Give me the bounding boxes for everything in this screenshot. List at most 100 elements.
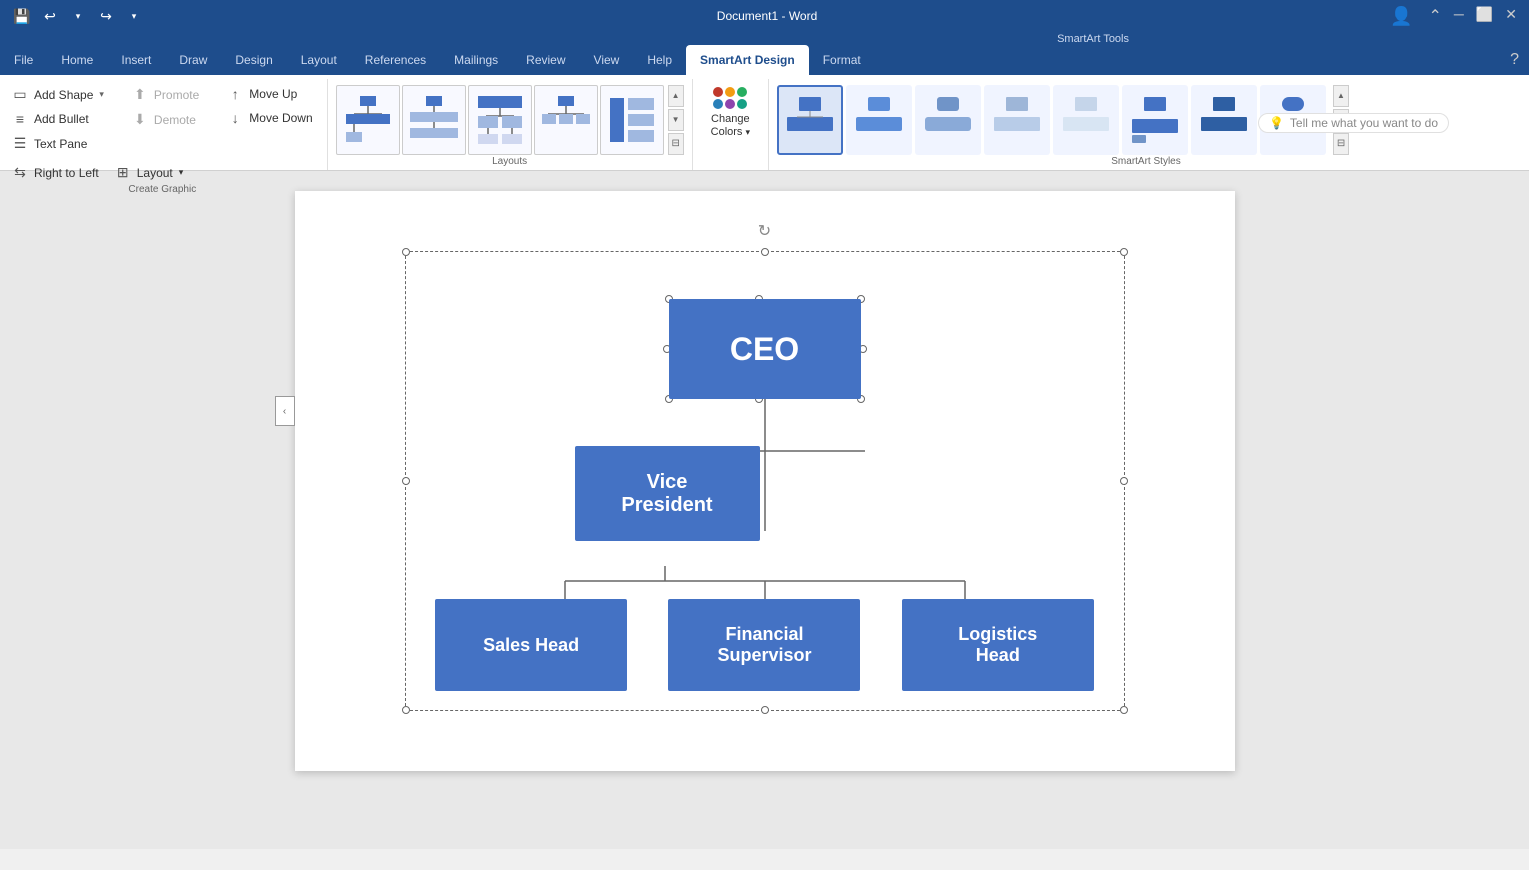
add-shape-button[interactable]: ▭ Add Shape ▾	[6, 83, 110, 106]
tab-design[interactable]: Design	[221, 45, 286, 75]
tab-view[interactable]: View	[580, 45, 634, 75]
tab-mailings[interactable]: Mailings	[440, 45, 512, 75]
move-up-icon: ↑	[227, 86, 243, 102]
smartart-style-5[interactable]	[1053, 85, 1119, 155]
right-to-left-button[interactable]: ⇆ Right to Left	[6, 161, 105, 184]
title-bar: 💾 ↩ ▾ ↪ ▾ Document1 - Word 👤 ⌃ ─ ⬜ ✕	[0, 0, 1529, 32]
demote-label: Demote	[154, 113, 196, 127]
text-pane-icon: ☰	[12, 135, 28, 152]
vp-box[interactable]: VicePresident	[575, 446, 760, 541]
document-page: ↻	[295, 191, 1235, 771]
quick-access-toolbar: 💾 ↩ ▾ ↪ ▾	[12, 6, 144, 26]
qat-dropdown-icon[interactable]: ▾	[124, 6, 144, 26]
handle-bl[interactable]	[402, 706, 410, 714]
help-question-icon[interactable]: ?	[1510, 51, 1519, 69]
window-controls: 👤 ⌃ ─ ⬜ ✕	[1390, 6, 1517, 27]
tab-smartart-design[interactable]: SmartArt Design	[686, 45, 809, 75]
tell-me-bar[interactable]: 💡 Tell me what you want to do	[1258, 113, 1449, 133]
user-icon[interactable]: 👤	[1390, 6, 1412, 27]
collapse-handle[interactable]: ‹	[275, 396, 295, 426]
add-shape-dropdown-icon[interactable]: ▾	[99, 89, 104, 100]
tab-format[interactable]: Format	[809, 45, 875, 75]
change-colors-label: ChangeColors ▾	[711, 113, 750, 139]
tab-review[interactable]: Review	[512, 45, 579, 75]
layout-item-1[interactable]	[336, 85, 400, 155]
color-dot-purple	[725, 99, 735, 109]
create-graphic-label: Create Graphic	[6, 184, 319, 198]
layout-dropdown-icon[interactable]: ▾	[179, 167, 184, 178]
smartart-style-6[interactable]	[1122, 85, 1188, 155]
smartart-styles-label: SmartArt Styles	[777, 156, 1515, 170]
sales-head-label: Sales Head	[483, 635, 579, 656]
layout-item-4[interactable]	[534, 85, 598, 155]
move-down-icon: ↓	[227, 110, 243, 126]
save-icon[interactable]: 💾	[12, 6, 32, 26]
tab-help[interactable]: Help	[633, 45, 686, 75]
rotate-handle[interactable]: ↻	[755, 221, 775, 241]
move-down-button[interactable]: ↓ Move Down	[221, 107, 318, 129]
layout-scroll-up[interactable]: ▲	[668, 85, 684, 107]
undo-icon[interactable]: ↩	[40, 6, 60, 26]
handle-ml[interactable]	[402, 477, 410, 485]
demote-button[interactable]: ⬇ Demote	[126, 108, 205, 131]
undo-dropdown-icon[interactable]: ▾	[68, 6, 88, 26]
tab-home[interactable]: Home	[47, 45, 107, 75]
level3-row: Sales Head FinancialSupervisor Logistics…	[405, 599, 1125, 691]
layout-btn[interactable]: ⊞ Layout ▾	[109, 161, 190, 184]
add-bullet-button[interactable]: ≡ Add Bullet	[6, 108, 110, 130]
add-shape-icon: ▭	[12, 86, 28, 103]
tab-references[interactable]: References	[351, 45, 440, 75]
tab-draw[interactable]: Draw	[165, 45, 221, 75]
logistics-head-box[interactable]: LogisticsHead	[902, 599, 1094, 691]
add-bullet-icon: ≡	[12, 111, 28, 127]
move-up-button[interactable]: ↑ Move Up	[221, 83, 318, 105]
color-dot-green	[737, 87, 747, 97]
handle-tm[interactable]	[761, 248, 769, 256]
ribbon-toggle-icon[interactable]: ⌃	[1429, 6, 1442, 27]
color-dot-red	[713, 87, 723, 97]
handle-bm[interactable]	[761, 706, 769, 714]
layout-item-3[interactable]	[468, 85, 532, 155]
layouts-scroll: ▲ ▼ ⊟	[668, 85, 684, 155]
color-dot-orange	[725, 87, 735, 97]
layout-scroll-more[interactable]: ⊟	[668, 133, 684, 155]
handle-tl[interactable]	[402, 248, 410, 256]
handle-br[interactable]	[1120, 706, 1128, 714]
smartart-style-7[interactable]	[1191, 85, 1257, 155]
restore-icon[interactable]: ⬜	[1476, 6, 1493, 27]
smartart-style-3[interactable]	[915, 85, 981, 155]
tell-me-text: Tell me what you want to do	[1290, 116, 1438, 130]
logistics-head-label: LogisticsHead	[958, 624, 1037, 666]
layout-label: Layout	[137, 166, 173, 180]
close-icon[interactable]: ✕	[1505, 6, 1517, 27]
layout-item-2[interactable]	[402, 85, 466, 155]
change-colors-button[interactable]: ChangeColors ▾	[703, 83, 758, 143]
handle-mr[interactable]	[1120, 477, 1128, 485]
layouts-group: ▲ ▼ ⊟ Layouts	[328, 79, 693, 170]
ceo-box[interactable]: CEO	[669, 299, 861, 399]
text-pane-button[interactable]: ☰ Text Pane	[6, 132, 110, 155]
sales-head-box[interactable]: Sales Head	[435, 599, 627, 691]
smartart-style-4[interactable]	[984, 85, 1050, 155]
smartart-container[interactable]: ↻	[405, 251, 1125, 711]
layouts-label: Layouts	[336, 156, 684, 170]
smartart-style-2[interactable]	[846, 85, 912, 155]
tab-insert[interactable]: Insert	[107, 45, 165, 75]
layout-item-5[interactable]	[600, 85, 664, 155]
ribbon: ▭ Add Shape ▾ ≡ Add Bullet ☰ Text Pane	[0, 75, 1529, 171]
smartart-tools-label: SmartArt Tools	[0, 32, 1529, 45]
smartart-style-1[interactable]	[777, 85, 843, 155]
promote-button[interactable]: ⬆ Promote	[126, 83, 205, 106]
tab-file[interactable]: File	[0, 45, 47, 75]
redo-icon[interactable]: ↪	[96, 6, 116, 26]
tab-layout[interactable]: Layout	[287, 45, 351, 75]
handle-tr[interactable]	[1120, 248, 1128, 256]
move-up-label: Move Up	[249, 87, 297, 101]
document-title: Document1 - Word	[144, 9, 1390, 23]
financial-supervisor-box[interactable]: FinancialSupervisor	[668, 599, 860, 691]
styles-scroll-more[interactable]: ⊟	[1333, 133, 1349, 155]
text-pane-label: Text Pane	[34, 137, 87, 151]
layout-scroll-down[interactable]: ▼	[668, 109, 684, 131]
minimize-icon[interactable]: ─	[1454, 6, 1464, 27]
styles-scroll-up[interactable]: ▲	[1333, 85, 1349, 107]
